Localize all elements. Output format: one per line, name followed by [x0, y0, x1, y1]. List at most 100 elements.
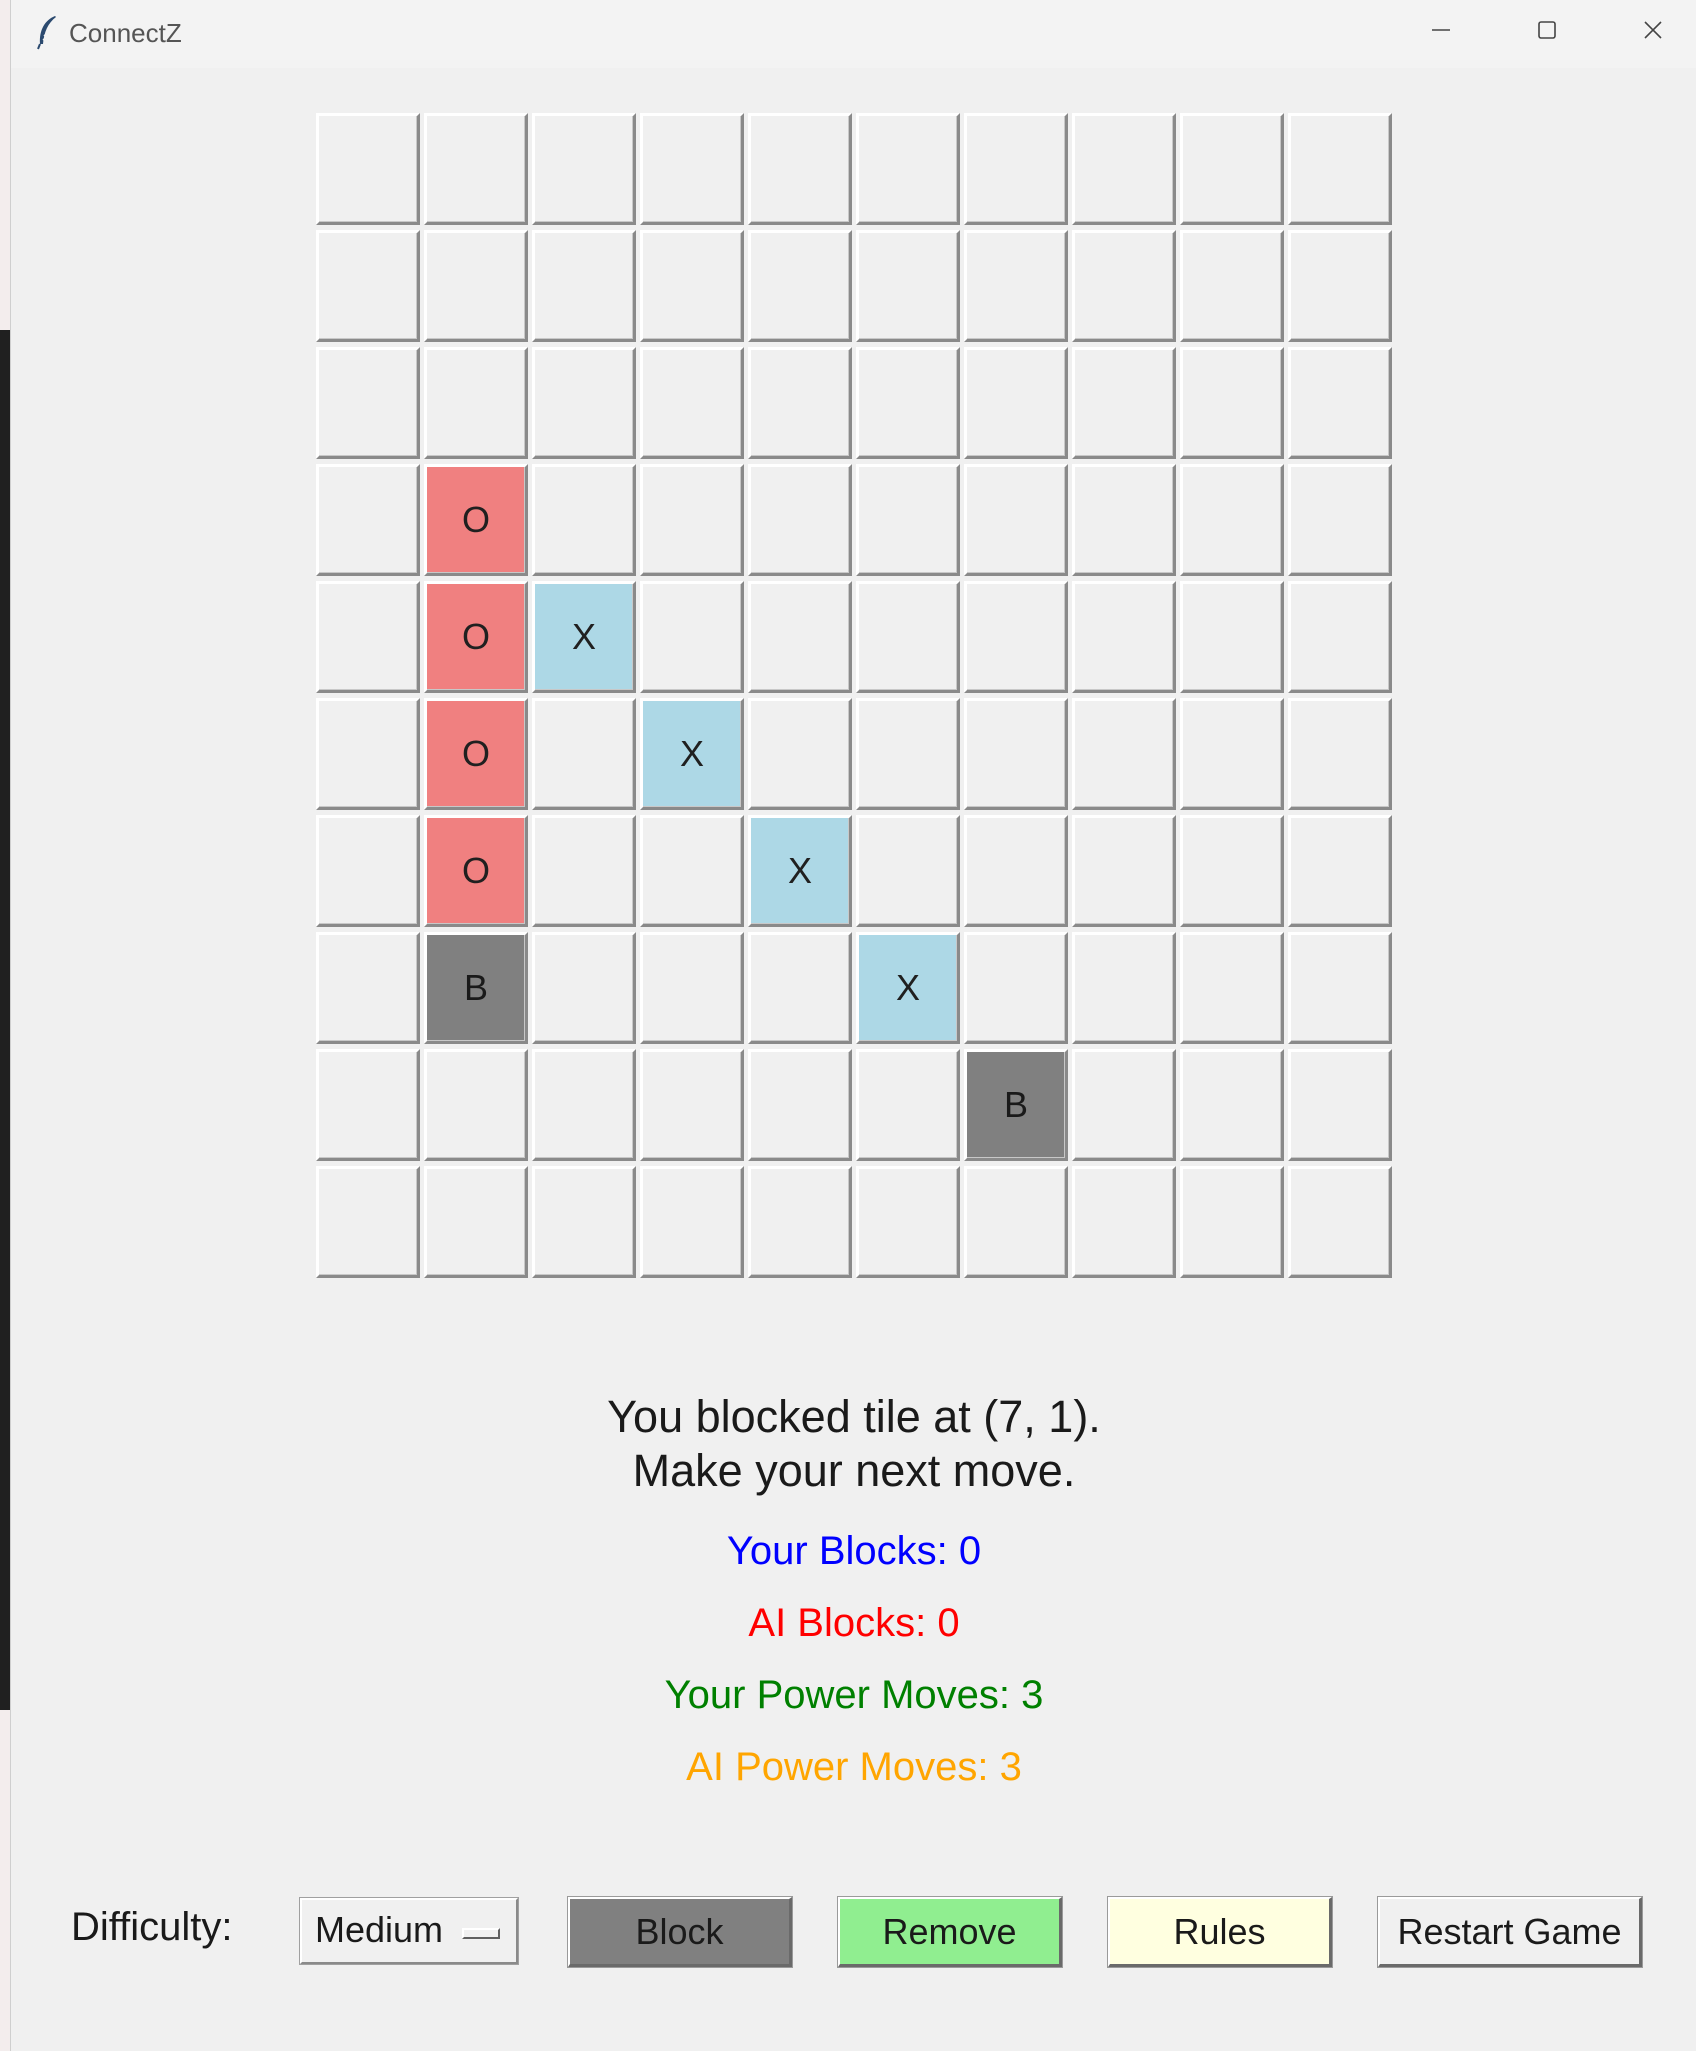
board-cell[interactable]	[748, 1166, 852, 1278]
board-cell[interactable]	[640, 464, 744, 576]
board-cell[interactable]	[1072, 230, 1176, 342]
board-cell[interactable]	[640, 1049, 744, 1161]
board-cell[interactable]	[532, 1166, 636, 1278]
board-cell[interactable]	[748, 230, 852, 342]
board-cell[interactable]	[856, 815, 960, 927]
board-cell[interactable]	[748, 932, 852, 1044]
board-cell[interactable]: O	[424, 581, 528, 693]
board-cell[interactable]	[964, 698, 1068, 810]
board-cell[interactable]	[964, 932, 1068, 1044]
board-cell[interactable]	[1180, 698, 1284, 810]
board-cell[interactable]	[964, 230, 1068, 342]
board-cell[interactable]	[1072, 698, 1176, 810]
board-cell[interactable]	[1072, 815, 1176, 927]
board-cell[interactable]	[316, 464, 420, 576]
board-cell[interactable]	[1072, 1166, 1176, 1278]
board-cell[interactable]	[424, 230, 528, 342]
rules-button[interactable]: Rules	[1107, 1896, 1333, 1968]
board-cell[interactable]: B	[424, 932, 528, 1044]
board-cell[interactable]	[316, 581, 420, 693]
board-cell[interactable]	[640, 815, 744, 927]
board-cell[interactable]	[1180, 230, 1284, 342]
board-cell[interactable]	[640, 932, 744, 1044]
restart-game-button[interactable]: Restart Game	[1377, 1896, 1643, 1968]
board-cell[interactable]	[532, 932, 636, 1044]
close-button[interactable]	[1603, 0, 1696, 64]
board-cell[interactable]	[316, 113, 420, 225]
board-cell[interactable]	[1180, 581, 1284, 693]
board-cell[interactable]	[1180, 932, 1284, 1044]
board-cell[interactable]	[316, 932, 420, 1044]
board-cell[interactable]	[1288, 698, 1392, 810]
board-cell[interactable]	[1072, 581, 1176, 693]
board-cell[interactable]	[1288, 1166, 1392, 1278]
minimize-button[interactable]	[1391, 0, 1491, 64]
board-cell[interactable]	[640, 1166, 744, 1278]
board-cell[interactable]	[532, 1049, 636, 1161]
board-cell[interactable]	[1180, 1049, 1284, 1161]
board-cell[interactable]	[1288, 230, 1392, 342]
maximize-button[interactable]	[1497, 0, 1597, 64]
board-cell[interactable]	[1072, 464, 1176, 576]
board-cell[interactable]: O	[424, 815, 528, 927]
board-cell[interactable]	[1288, 464, 1392, 576]
board-cell[interactable]	[1180, 464, 1284, 576]
board-cell[interactable]	[532, 815, 636, 927]
board-cell[interactable]	[748, 113, 852, 225]
board-cell[interactable]	[316, 698, 420, 810]
board-cell[interactable]	[856, 1166, 960, 1278]
board-cell[interactable]: O	[424, 464, 528, 576]
board-cell[interactable]	[964, 464, 1068, 576]
board-cell[interactable]	[316, 347, 420, 459]
title-bar[interactable]: ConnectZ	[11, 0, 1696, 68]
board-cell[interactable]	[424, 1049, 528, 1161]
board-cell[interactable]: X	[532, 581, 636, 693]
board-cell[interactable]	[532, 230, 636, 342]
remove-button[interactable]: Remove	[837, 1896, 1063, 1968]
board-cell[interactable]	[1072, 347, 1176, 459]
board-cell[interactable]	[856, 698, 960, 810]
board-cell[interactable]	[1180, 347, 1284, 459]
board-cell[interactable]	[964, 581, 1068, 693]
board-cell[interactable]	[640, 347, 744, 459]
board-cell[interactable]	[316, 1166, 420, 1278]
board-cell[interactable]	[1180, 815, 1284, 927]
board-cell[interactable]	[748, 698, 852, 810]
board-cell[interactable]	[1072, 1049, 1176, 1161]
board-cell[interactable]	[748, 1049, 852, 1161]
board-cell[interactable]	[964, 815, 1068, 927]
board-cell[interactable]	[1288, 113, 1392, 225]
board-cell[interactable]	[532, 464, 636, 576]
board-cell[interactable]: X	[856, 932, 960, 1044]
board-cell[interactable]	[856, 113, 960, 225]
board-cell[interactable]	[856, 347, 960, 459]
board-cell[interactable]	[532, 698, 636, 810]
board-cell[interactable]	[1072, 113, 1176, 225]
board-cell[interactable]	[532, 113, 636, 225]
board-cell[interactable]	[748, 464, 852, 576]
board-cell[interactable]	[316, 1049, 420, 1161]
board-cell[interactable]	[316, 230, 420, 342]
board-cell[interactable]	[1288, 815, 1392, 927]
board-cell[interactable]	[1288, 581, 1392, 693]
board-cell[interactable]	[1288, 932, 1392, 1044]
board-cell[interactable]: B	[964, 1049, 1068, 1161]
board-cell[interactable]	[748, 347, 852, 459]
board-cell[interactable]	[316, 815, 420, 927]
difficulty-select[interactable]: Medium	[299, 1897, 519, 1965]
board-cell[interactable]	[424, 347, 528, 459]
board-cell[interactable]	[964, 113, 1068, 225]
board-cell[interactable]	[748, 581, 852, 693]
board-cell[interactable]	[856, 464, 960, 576]
board-cell[interactable]	[1072, 932, 1176, 1044]
board-cell[interactable]	[640, 230, 744, 342]
board-cell[interactable]: X	[640, 698, 744, 810]
board-cell[interactable]	[532, 347, 636, 459]
board-cell[interactable]	[640, 581, 744, 693]
board-cell[interactable]	[1288, 347, 1392, 459]
board-cell[interactable]	[640, 113, 744, 225]
board-cell[interactable]	[856, 1049, 960, 1161]
board-cell[interactable]: O	[424, 698, 528, 810]
board-cell[interactable]	[1180, 113, 1284, 225]
board-cell[interactable]	[856, 230, 960, 342]
